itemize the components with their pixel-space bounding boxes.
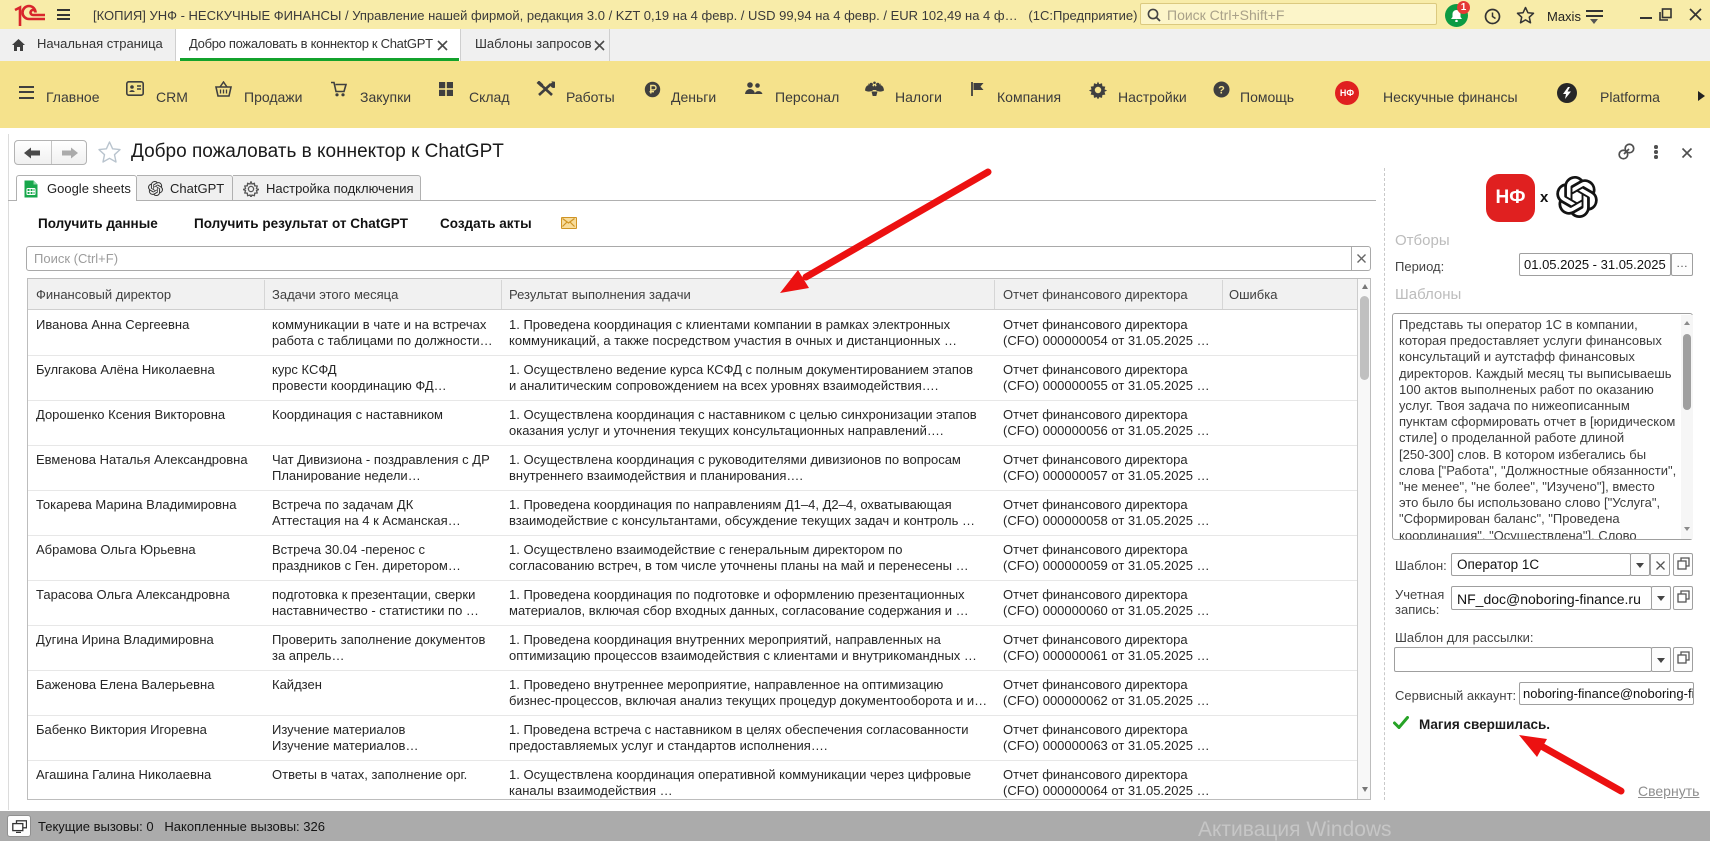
svg-text:?: ?: [1218, 85, 1225, 97]
